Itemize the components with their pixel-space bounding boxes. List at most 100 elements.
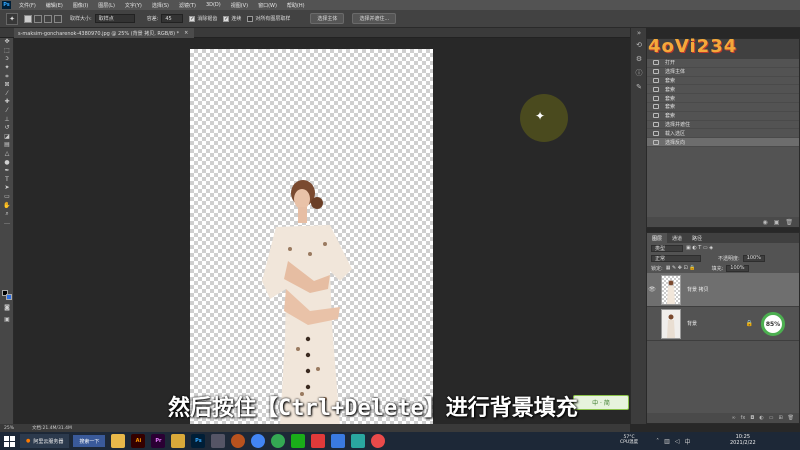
zoom-level[interactable]: 25% [4,426,14,431]
menu-view[interactable]: 视图(V) [226,2,253,9]
cpu-usage-badge[interactable]: 85% [761,312,785,336]
healing-brush-icon[interactable]: ✚ [0,98,14,107]
select-and-mask-button[interactable]: 选择并遮住... [352,13,397,24]
close-icon[interactable]: × [184,30,188,36]
explorer-folder-icon[interactable] [171,434,186,448]
history-item[interactable]: 载入选区 [647,129,799,139]
background-color-swatch[interactable] [6,294,12,300]
menu-select[interactable]: 选择(S) [147,2,174,9]
marquee-tool-icon[interactable]: ⬚ [0,47,14,56]
lock-icons[interactable]: ▦ ✎ ✥ ⊡ 🔒 [666,265,696,271]
gradient-tool-icon[interactable]: ▤ [0,141,14,150]
tab-paths[interactable]: 路径 [687,233,707,243]
ime-icon[interactable]: 中 [684,437,690,446]
tab-layers[interactable]: 图层 [647,233,668,243]
trash-icon[interactable]: 🗑 [788,415,794,421]
magic-wand-icon[interactable]: ✦ [0,64,14,73]
dodge-tool-icon[interactable]: ● [0,158,14,167]
tab-channels[interactable]: 通道 [667,233,687,243]
collapse-panels-icon[interactable]: » [631,28,647,38]
mask-icon[interactable]: ◘ [750,415,754,421]
brush-panel-icon[interactable]: ✎ [631,80,647,94]
layer-row-background-copy[interactable]: 👁 背景 拷贝 [647,273,799,307]
shape-tool-icon[interactable]: ▭ [0,193,14,202]
screen-mode-icon[interactable]: ▣ [0,316,14,325]
link-icon[interactable]: ∞ [731,415,735,421]
contiguous-checkbox[interactable]: ✓ [223,15,230,22]
browser-app-icon[interactable] [231,434,246,448]
taskbar-window-button[interactable]: ● 阿里云服务器 [20,434,70,448]
trash-icon[interactable]: 🗑 [785,219,793,226]
history-item-selected[interactable]: 选择反向 [647,138,799,147]
history-item[interactable]: 套索 [647,112,799,121]
menu-window[interactable]: 窗口(W) [253,2,282,9]
premiere-app-icon[interactable]: Pr [151,434,166,448]
eye-icon[interactable]: 👁 [647,286,657,293]
menu-help[interactable]: 帮助(H) [282,2,310,9]
menu-type[interactable]: 文字(Y) [120,2,147,9]
menu-file[interactable]: 文件(F) [14,2,41,9]
app-icon[interactable] [331,434,346,448]
windows-start-icon[interactable] [2,434,16,448]
eyedropper-tool-icon[interactable]: ⁄ [0,90,14,99]
opacity-input[interactable]: 100% [742,254,765,262]
canvas-area[interactable]: ✦ 中 · 简 [15,39,630,424]
subtract-selection-icon[interactable] [44,14,52,23]
taskbar-clock[interactable]: 10:25 2021/2/22 [730,434,756,446]
layer-name[interactable]: 背景 [687,320,697,327]
quick-mask-icon[interactable]: ◙ [0,304,14,313]
history-item[interactable]: 选择并遮住 [647,121,799,130]
taskbar-search-box[interactable]: 搜索一下 [73,435,106,447]
intersect-selection-icon[interactable] [54,14,62,23]
history-item[interactable]: 套索 [647,77,799,86]
magic-wand-tool-icon[interactable]: ✦ [6,12,18,25]
history-item[interactable]: 套索 [647,94,799,103]
chrome-app-icon[interactable] [251,434,266,448]
wechat-app-icon[interactable] [291,434,306,448]
menu-layer[interactable]: 图层(L) [93,2,120,9]
history-panel-icon[interactable]: ⟲ [631,38,647,52]
document-canvas[interactable] [190,49,433,424]
crop-tool-icon[interactable]: ⌗ [0,72,14,81]
type-tool-icon[interactable]: T [0,176,14,185]
stamp-tool-icon[interactable]: ⊥ [0,115,14,124]
fill-input[interactable]: 100% [726,264,749,272]
blur-tool-icon[interactable]: △ [0,150,14,159]
blend-mode-select[interactable]: 正常 [651,254,701,262]
camera-icon[interactable]: ▣ [774,219,780,226]
info-panel-icon[interactable]: ⓘ [631,66,647,80]
chevron-up-icon[interactable]: ˄ [656,438,659,445]
layer-kind-filter[interactable]: 类型 [651,244,683,252]
zoom-tool-icon[interactable]: ⌕ [0,210,14,219]
frame-tool-icon[interactable]: ⊠ [0,81,14,90]
snapshot-icon[interactable]: ◉ [762,219,767,226]
all-layers-checkbox[interactable] [247,15,254,22]
properties-panel-icon[interactable]: ⚙ [631,52,647,66]
input-method-widget[interactable]: 中 · 简 [573,395,629,410]
filter-icons[interactable]: ▣ ◐ T ▭ ◈ [686,245,713,251]
ai-app-icon[interactable]: Ai [131,434,146,448]
antialias-checkbox[interactable]: ✓ [189,15,196,22]
fx-icon[interactable]: fx [741,415,746,421]
layer-name[interactable]: 背景 拷贝 [687,286,709,293]
volume-icon[interactable]: ◁ [675,438,680,445]
file-explorer-icon[interactable] [111,434,126,448]
adjustment-icon[interactable]: ◐ [759,415,763,421]
history-item[interactable]: 套索 [647,85,799,95]
document-info[interactable]: 文档:21.4M/31.4M [32,425,72,431]
app-icon[interactable] [211,434,226,448]
tolerance-input[interactable]: 45 [161,14,184,23]
cpu-temp-widget[interactable]: 57°C CPU温度 [620,435,638,446]
document-tab[interactable]: s-maksim-goncharenok-4380970.jpg @ 25% (… [14,28,195,38]
new-layer-icon[interactable]: ⊞ [778,415,782,421]
menu-edit[interactable]: 编辑(E) [41,2,68,9]
select-subject-button[interactable]: 选择主体 [310,13,345,24]
menu-3d[interactable]: 3D(D) [201,2,226,8]
lasso-tool-icon[interactable]: ↄ [0,55,14,64]
history-item[interactable]: 打开 [647,59,799,68]
chrome-app-icon[interactable] [271,434,286,448]
more-tools-icon[interactable]: … [0,218,14,227]
pen-tool-icon[interactable]: ✒ [0,167,14,176]
sample-size-select[interactable]: 取样点 [94,14,135,23]
hand-tool-icon[interactable]: ✋ [0,201,14,210]
